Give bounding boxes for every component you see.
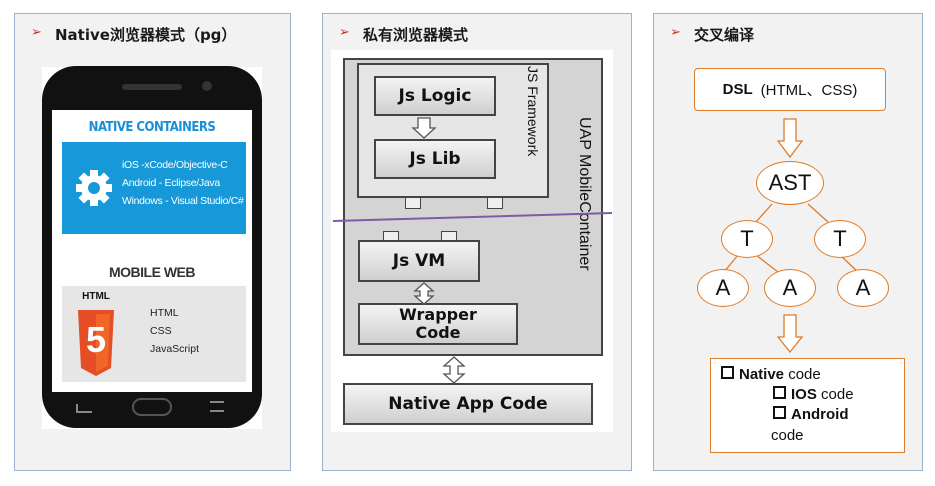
web-tech-html: HTML bbox=[150, 307, 179, 319]
ast-label: AST bbox=[768, 170, 812, 195]
js-lib-label: Js Lib bbox=[409, 149, 461, 169]
a-label: A bbox=[782, 275, 798, 300]
platform-android: Android - Eclipse/Java bbox=[122, 177, 220, 189]
web-tech-list: HTML CSS JavaScript bbox=[150, 304, 199, 358]
checkbox-icon bbox=[773, 386, 786, 399]
native-platform-list: iOS -xCode/Objective-C Android - Eclipse… bbox=[122, 156, 244, 210]
panel-title-text: Native浏览器模式（pg） bbox=[55, 26, 237, 44]
panel-title-text: 交叉编译 bbox=[694, 26, 755, 44]
wrapper-code-box: Wrapper Code bbox=[358, 303, 518, 345]
a-node-2: A bbox=[764, 269, 816, 307]
t-node-left: T bbox=[721, 220, 773, 258]
wrapper-label-line2: Code bbox=[415, 323, 461, 342]
phone-image: NATIVE CONTAINERS iOS -xCode/Objective-C… bbox=[42, 66, 262, 428]
dsl-label: DSL bbox=[722, 81, 753, 98]
web-tech-css: CSS bbox=[150, 325, 172, 337]
native-label: Native bbox=[739, 366, 785, 383]
native-containers-box: iOS -xCode/Objective-C Android - Eclipse… bbox=[62, 142, 246, 234]
checkbox-icon bbox=[721, 366, 734, 379]
panel-title-text: 私有浏览器模式 bbox=[363, 26, 469, 44]
html5-number: 5 bbox=[85, 319, 107, 360]
uap-container-label: UAP MobileContainer bbox=[576, 117, 593, 271]
ios-code-line: IOS code bbox=[773, 385, 854, 405]
wrapper-label-line1: Wrapper bbox=[399, 305, 477, 324]
phone-camera bbox=[202, 81, 212, 91]
connector-pad bbox=[487, 197, 503, 209]
ast-node: AST bbox=[756, 161, 824, 205]
web-tech-js: JavaScript bbox=[150, 343, 200, 355]
mobile-web-heading: MOBILE WEB bbox=[109, 264, 196, 280]
ios-label: IOS bbox=[791, 386, 817, 403]
back-button-icon bbox=[76, 404, 92, 413]
t-node-right: T bbox=[814, 220, 866, 258]
js-framework-label: JS Framework bbox=[525, 66, 541, 157]
phone-speaker bbox=[122, 84, 182, 90]
a-label: A bbox=[855, 275, 871, 300]
connector-pad bbox=[405, 197, 421, 209]
js-logic-label: Js Logic bbox=[398, 86, 472, 106]
js-vm-box: Js VM bbox=[358, 240, 480, 282]
platform-windows: Windows - Visual Studio/C# bbox=[122, 195, 244, 207]
checkbox-icon bbox=[773, 406, 786, 419]
phone-screen: NATIVE CONTAINERS iOS -xCode/Objective-C… bbox=[52, 110, 252, 392]
bullet-arrow-icon: ➢ bbox=[339, 25, 350, 40]
native-code-text: code bbox=[784, 366, 821, 383]
a-label: A bbox=[715, 275, 731, 300]
native-app-code-label: Native App Code bbox=[388, 394, 548, 414]
native-app-code-box: Native App Code bbox=[343, 383, 593, 425]
t-label: T bbox=[833, 226, 847, 251]
html5-logo-icon: HTML 5 bbox=[76, 291, 116, 376]
a-node-1: A bbox=[697, 269, 749, 307]
dsl-node: DSL (HTML、CSS) bbox=[694, 68, 886, 111]
html5-label: HTML bbox=[82, 291, 110, 302]
dsl-detail: (HTML、CSS) bbox=[760, 82, 858, 99]
ios-code-text: code bbox=[816, 386, 854, 403]
platform-ios: iOS -xCode/Objective-C bbox=[122, 159, 228, 171]
js-lib-box: Js Lib bbox=[374, 139, 496, 179]
a-node-3: A bbox=[837, 269, 889, 307]
native-code-line: Native code bbox=[721, 365, 821, 385]
mobile-web-box: HTML 5 HTML CSS JavaScript bbox=[62, 286, 246, 382]
js-vm-label: Js VM bbox=[392, 251, 446, 271]
output-code-box: Native code IOS code Android code bbox=[710, 358, 905, 453]
bullet-arrow-icon: ➢ bbox=[670, 25, 681, 40]
bullet-arrow-icon: ➢ bbox=[31, 25, 42, 40]
gear-icon bbox=[76, 170, 112, 206]
t-label: T bbox=[740, 226, 754, 251]
android-code-text: code bbox=[771, 427, 804, 444]
js-logic-box: Js Logic bbox=[374, 76, 496, 116]
android-code-line: Android bbox=[773, 405, 849, 425]
menu-button-icon bbox=[210, 401, 224, 412]
home-button-icon bbox=[132, 398, 172, 416]
android-label: Android bbox=[791, 406, 849, 423]
native-containers-heading: NATIVE CONTAINERS bbox=[88, 120, 216, 135]
